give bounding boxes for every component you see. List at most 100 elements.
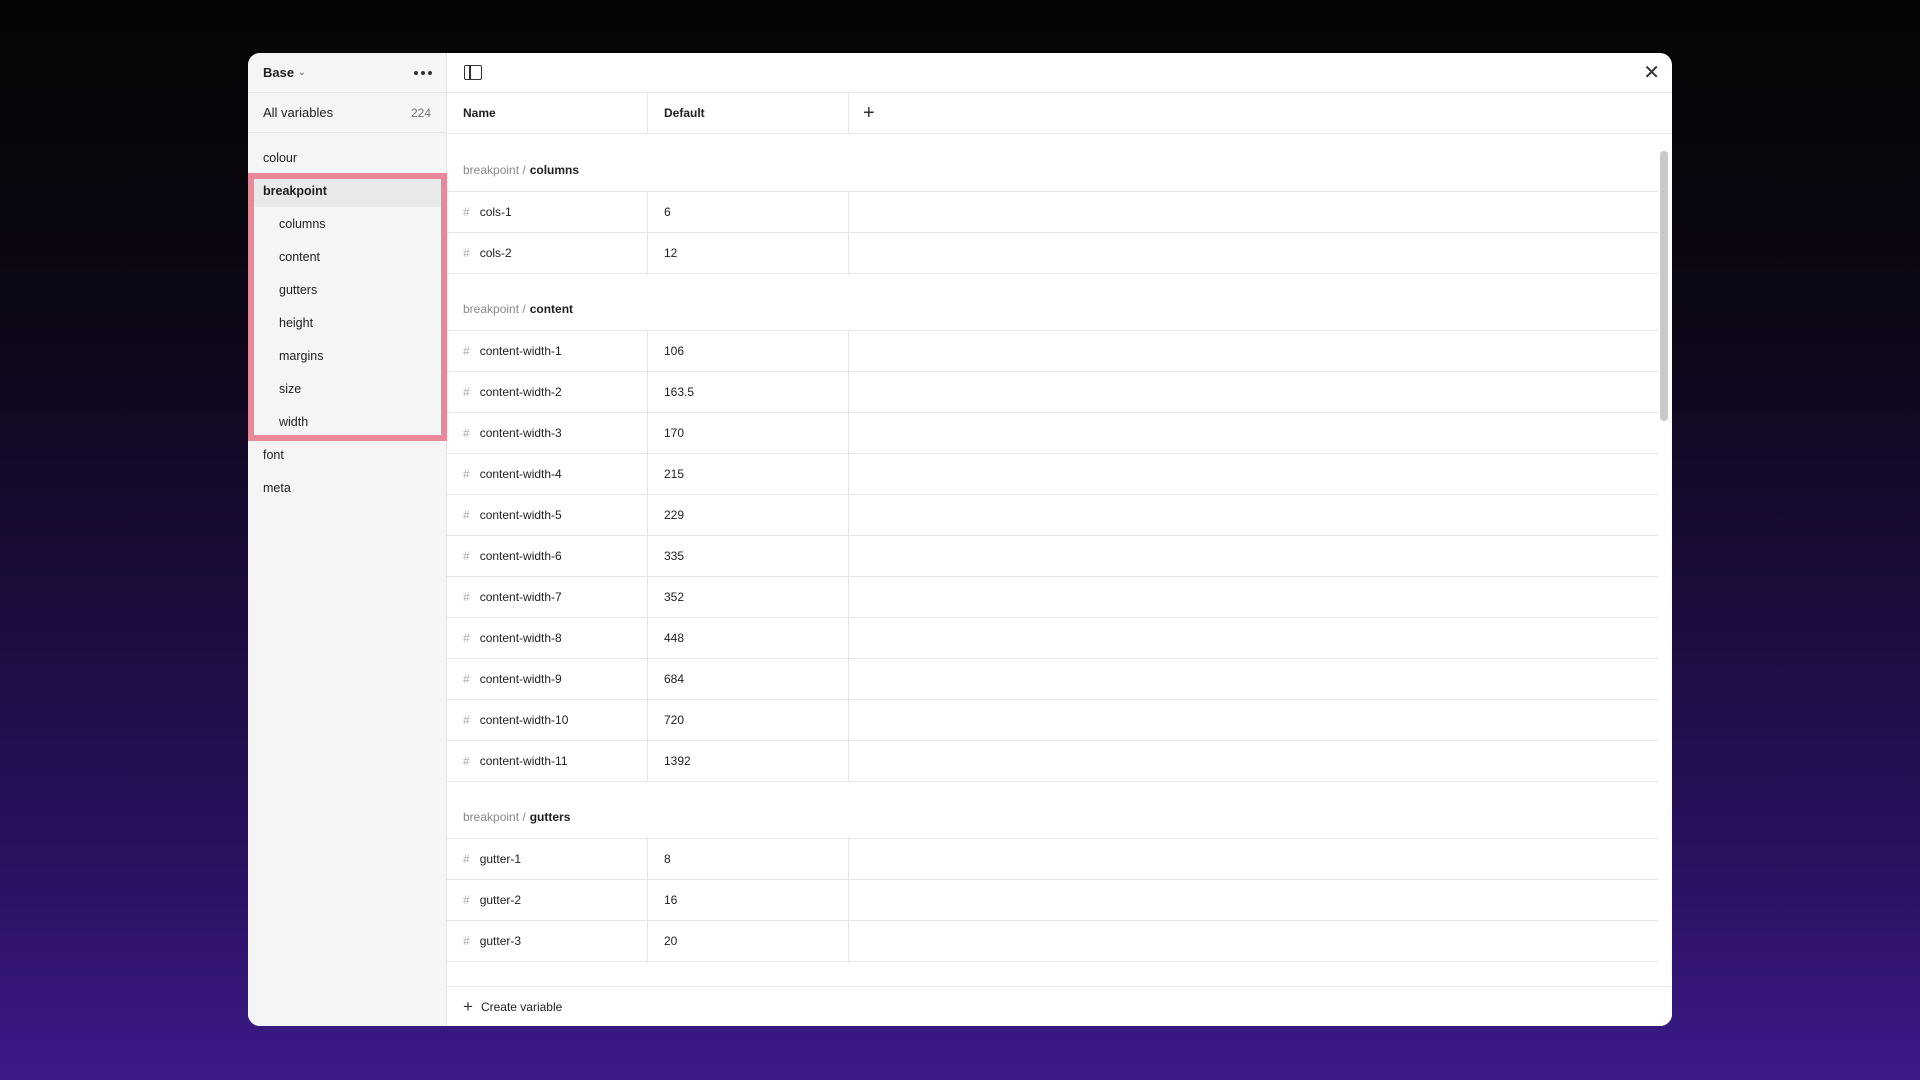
- group-name: gutters: [529, 810, 571, 824]
- table-row[interactable]: # content-width-1 106: [447, 331, 1658, 372]
- variable-name-cell[interactable]: # content-width-9: [447, 659, 648, 699]
- variable-name-cell[interactable]: # content-width-5: [447, 495, 648, 535]
- number-hash-icon: #: [463, 754, 470, 768]
- group-header: breakpoint / columns: [447, 135, 1658, 192]
- sidebar: Base ⌄ All variables 224 colour breakpoin…: [248, 53, 447, 1026]
- all-variables-item[interactable]: All variables 224: [248, 93, 446, 133]
- sidebar-item-margins[interactable]: margins: [248, 339, 446, 372]
- table-row[interactable]: # cols-2 12: [447, 233, 1658, 274]
- table-row[interactable]: # gutter-3 20: [447, 921, 1658, 962]
- sidebar-toggle-icon[interactable]: [464, 65, 482, 80]
- variable-value-cell[interactable]: 1392: [648, 741, 849, 781]
- variable-name-cell[interactable]: # content-width-1: [447, 331, 648, 371]
- variable-name-cell[interactable]: # gutter-3: [447, 921, 648, 961]
- table-row[interactable]: # content-width-7 352: [447, 577, 1658, 618]
- number-hash-icon: #: [463, 246, 470, 260]
- empty-cell: [849, 495, 1658, 535]
- variable-value-cell[interactable]: 335: [648, 536, 849, 576]
- sidebar-item-breakpoint[interactable]: breakpoint: [248, 174, 446, 207]
- variable-value-cell[interactable]: 12: [648, 233, 849, 273]
- column-header-default[interactable]: Default: [648, 93, 849, 133]
- variable-value-cell[interactable]: 6: [648, 192, 849, 232]
- group-header: breakpoint / gutters: [447, 782, 1658, 839]
- more-dots-icon[interactable]: [410, 65, 436, 81]
- number-hash-icon: #: [463, 631, 470, 645]
- table-row[interactable]: # gutter-2 16: [447, 880, 1658, 921]
- number-hash-icon: #: [463, 508, 470, 522]
- variable-value-cell[interactable]: 16: [648, 880, 849, 920]
- variable-name: gutter-2: [479, 893, 522, 907]
- sidebar-item-meta[interactable]: meta: [248, 471, 446, 504]
- empty-cell: [849, 331, 1658, 371]
- variable-name-cell[interactable]: # gutter-2: [447, 880, 648, 920]
- variable-name-cell[interactable]: # content-width-3: [447, 413, 648, 453]
- variable-name-cell[interactable]: # content-width-10: [447, 700, 648, 740]
- variable-name-cell[interactable]: # content-width-2: [447, 372, 648, 412]
- table-row[interactable]: # content-width-3 170: [447, 413, 1658, 454]
- number-hash-icon: #: [463, 344, 470, 358]
- table-row[interactable]: # content-width-2 163.5: [447, 372, 1658, 413]
- variable-name-cell[interactable]: # content-width-8: [447, 618, 648, 658]
- variable-value-cell[interactable]: 170: [648, 413, 849, 453]
- table-row[interactable]: # gutter-1 8: [447, 839, 1658, 880]
- variables-list[interactable]: breakpoint / columns # cols-1 6 # cols-2 12 brea…: [447, 135, 1658, 986]
- variable-value-cell[interactable]: 229: [648, 495, 849, 535]
- empty-cell: [849, 839, 1658, 879]
- table-row[interactable]: # content-width-8 448: [447, 618, 1658, 659]
- variable-name-cell[interactable]: # gutter-1: [447, 839, 648, 879]
- scrollbar[interactable]: [1660, 151, 1668, 421]
- sidebar-item-size[interactable]: size: [248, 372, 446, 405]
- chevron-down-icon: ⌄: [298, 67, 306, 77]
- variable-value-cell[interactable]: 106: [648, 331, 849, 371]
- variable-value-cell[interactable]: 8: [648, 839, 849, 879]
- close-icon[interactable]: ✕: [1643, 63, 1660, 83]
- table-row[interactable]: # content-width-11 1392: [447, 741, 1658, 782]
- variable-name-cell[interactable]: # content-width-7: [447, 577, 648, 617]
- empty-cell: [849, 413, 1658, 453]
- variable-value-cell[interactable]: 20: [648, 921, 849, 961]
- variables-count: 224: [410, 105, 431, 120]
- sidebar-item-font[interactable]: font: [248, 438, 446, 471]
- sidebar-item-height[interactable]: height: [248, 306, 446, 339]
- sidebar-item-columns[interactable]: columns: [248, 207, 446, 240]
- sidebar-item-content[interactable]: content: [248, 240, 446, 273]
- variables-table-panel: ✕ Name Default + breakpoint / columns # col…: [447, 53, 1672, 1026]
- variable-value-cell[interactable]: 163.5: [648, 372, 849, 412]
- variable-name-cell[interactable]: # cols-2: [447, 233, 648, 273]
- table-row[interactable]: # content-width-5 229: [447, 495, 1658, 536]
- collection-selector[interactable]: Base ⌄: [263, 65, 306, 80]
- table-row[interactable]: # content-width-9 684: [447, 659, 1658, 700]
- plus-icon: +: [863, 101, 875, 124]
- variable-name: content-width-10: [479, 713, 569, 727]
- variable-name: gutter-3: [479, 934, 522, 948]
- toolbar: ✕: [447, 53, 1672, 93]
- number-hash-icon: #: [463, 672, 470, 686]
- sidebar-item-gutters[interactable]: gutters: [248, 273, 446, 306]
- variable-name-cell[interactable]: # content-width-11: [447, 741, 648, 781]
- variable-name-cell[interactable]: # content-width-4: [447, 454, 648, 494]
- table-row[interactable]: # content-width-4 215: [447, 454, 1658, 495]
- add-mode-button[interactable]: +: [849, 93, 875, 133]
- variable-value-cell[interactable]: 720: [648, 700, 849, 740]
- variable-value-cell[interactable]: 684: [648, 659, 849, 699]
- sidebar-item-width[interactable]: width: [248, 405, 446, 438]
- collection-name: Base: [263, 65, 295, 80]
- variable-name: content-width-3: [479, 426, 562, 440]
- table-row[interactable]: # cols-1 6: [447, 192, 1658, 233]
- group-path: breakpoint /: [463, 163, 526, 177]
- variable-name-cell[interactable]: # content-width-6: [447, 536, 648, 576]
- empty-cell: [849, 536, 1658, 576]
- variable-value-cell[interactable]: 352: [648, 577, 849, 617]
- create-variable-button[interactable]: + Create variable: [447, 986, 1672, 1026]
- table-row[interactable]: # content-width-6 335: [447, 536, 1658, 577]
- number-hash-icon: #: [463, 205, 470, 219]
- sidebar-item-colour[interactable]: colour: [248, 141, 446, 174]
- empty-cell: [849, 192, 1658, 232]
- group-list: colour breakpoint columns content gutters hei…: [248, 133, 446, 504]
- empty-cell: [849, 659, 1658, 699]
- variable-name-cell[interactable]: # cols-1: [447, 192, 648, 232]
- table-row[interactable]: # content-width-10 720: [447, 700, 1658, 741]
- variable-value-cell[interactable]: 448: [648, 618, 849, 658]
- variable-value-cell[interactable]: 215: [648, 454, 849, 494]
- variable-name: content-width-8: [479, 631, 562, 645]
